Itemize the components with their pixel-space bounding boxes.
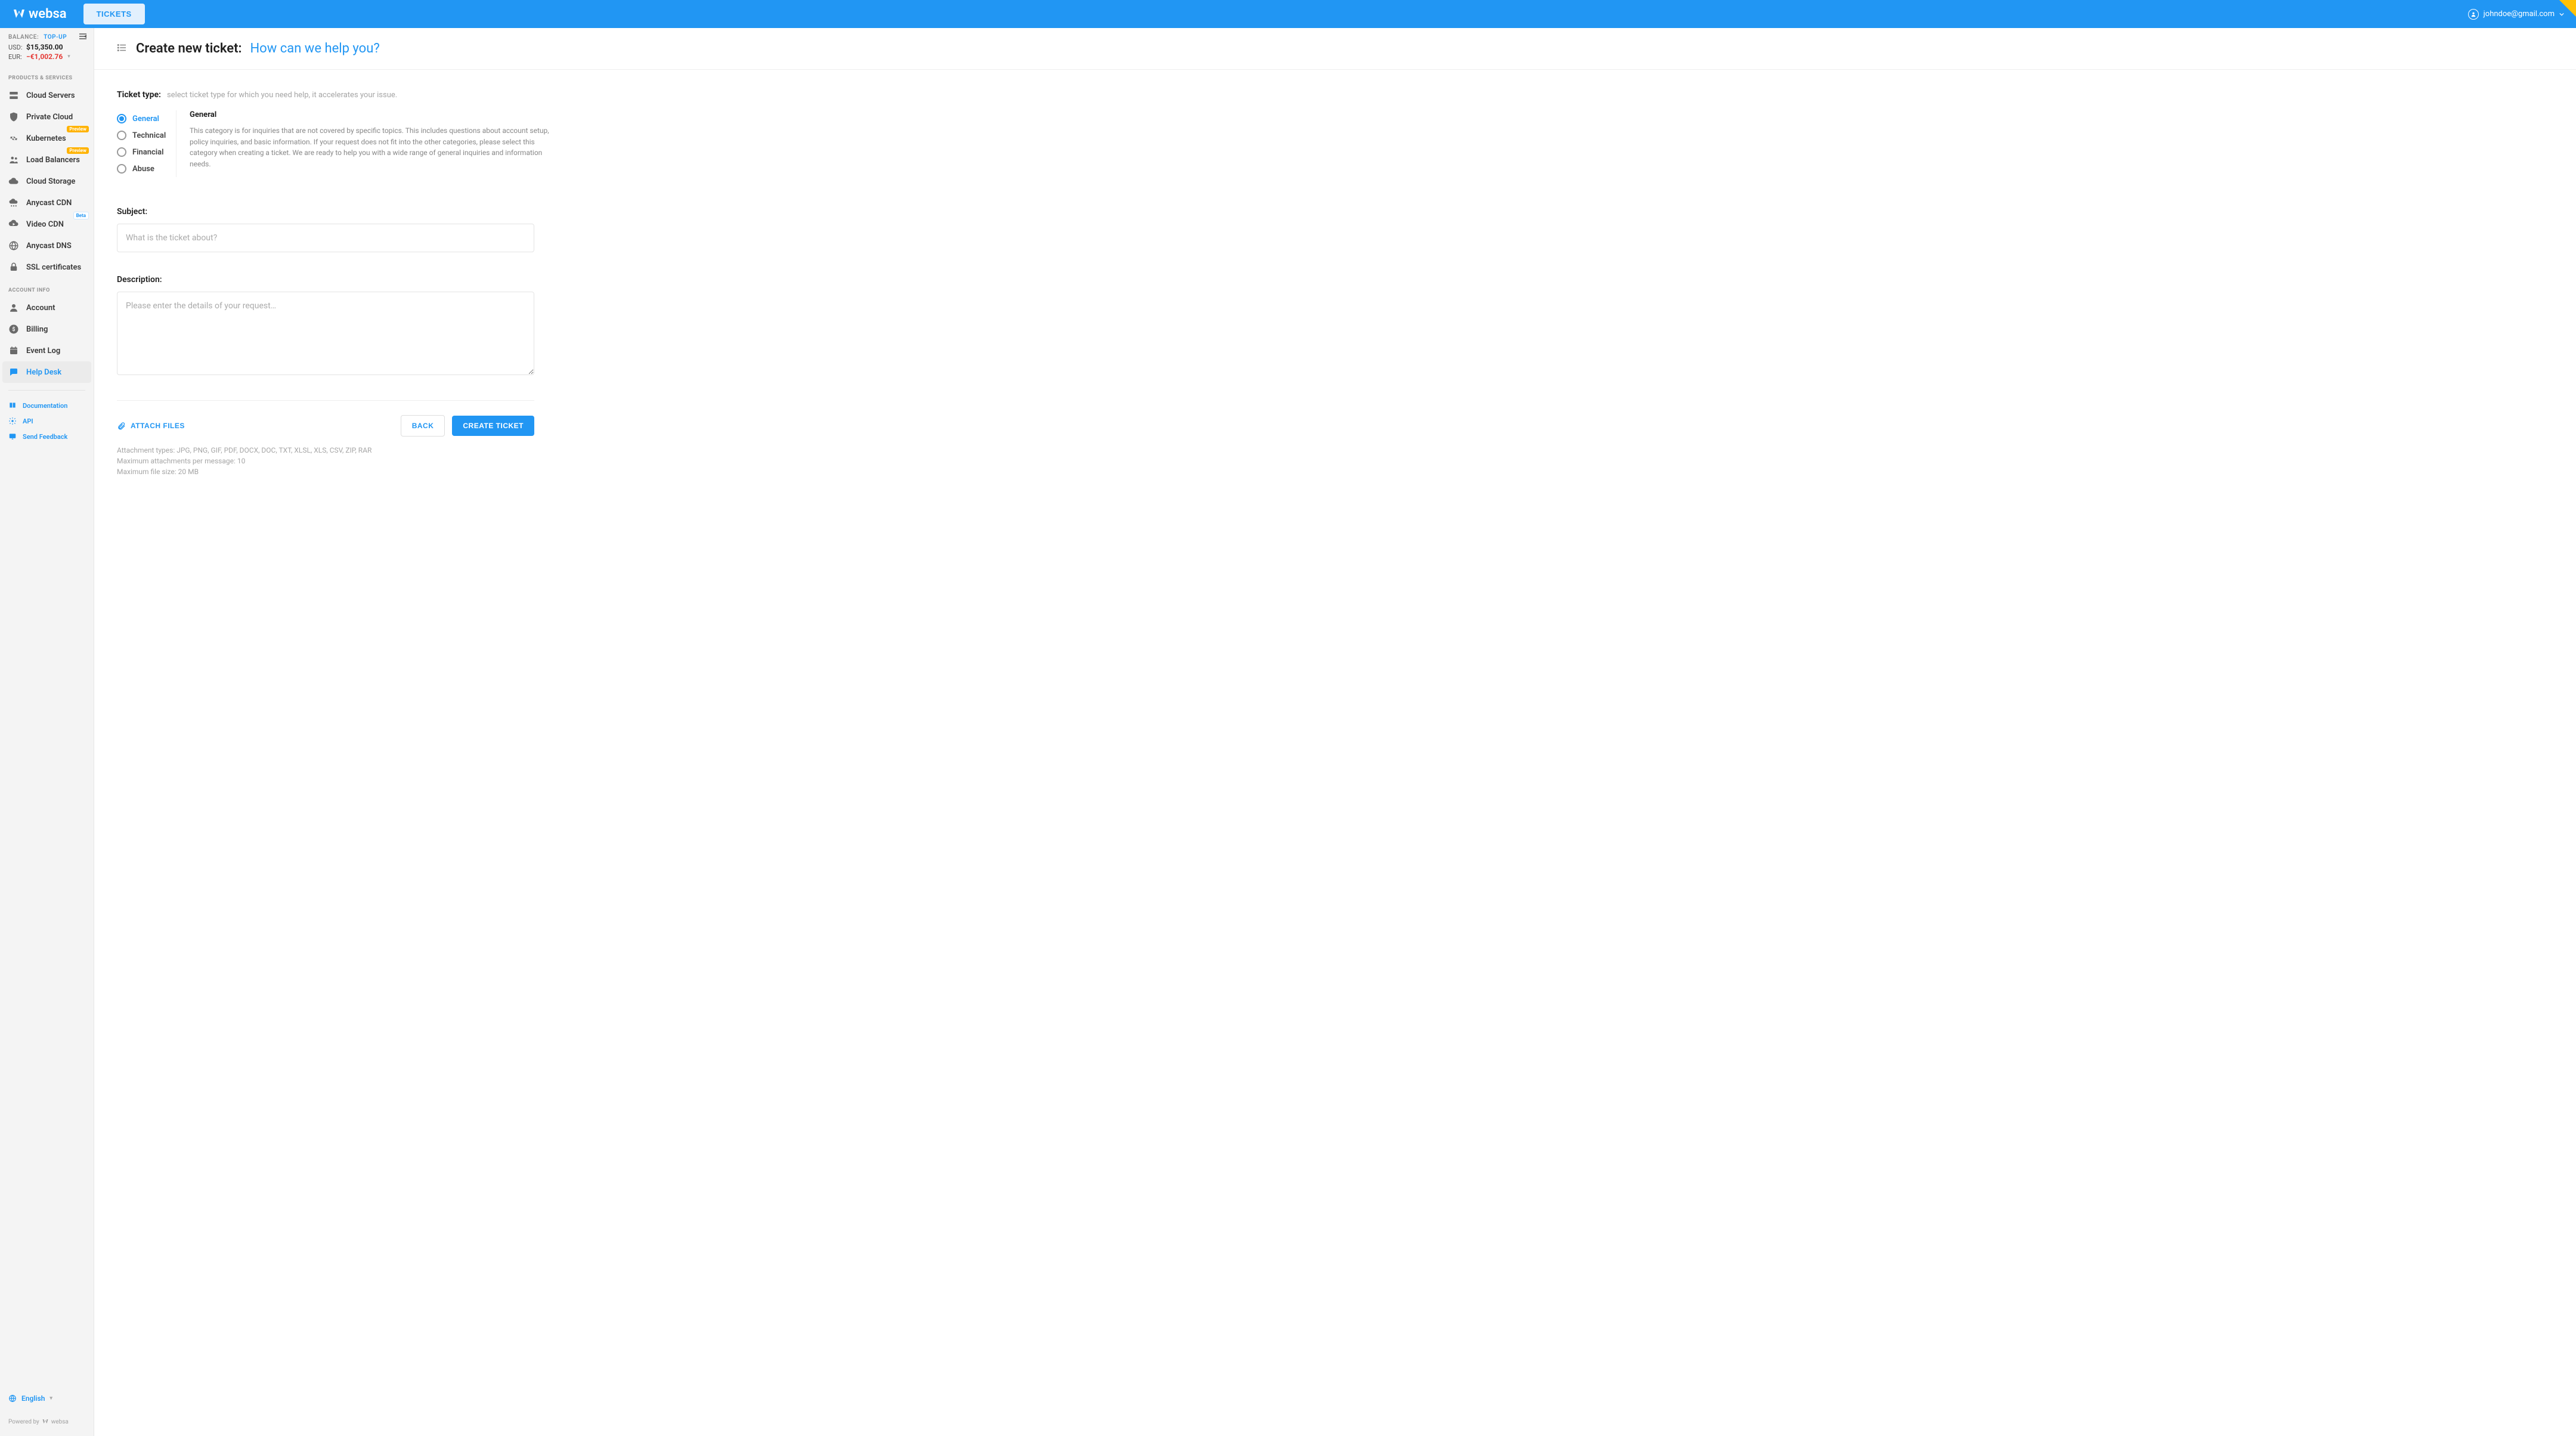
link-feedback[interactable]: Send Feedback xyxy=(0,429,94,444)
nav-video-cdn[interactable]: Video CDN Beta xyxy=(0,213,94,235)
radio-icon xyxy=(117,114,126,123)
nav-anycast-cdn[interactable]: Anycast CDN xyxy=(0,192,94,213)
radio-abuse[interactable]: Abuse xyxy=(117,160,176,177)
ticket-type-label: Ticket type: xyxy=(117,90,161,100)
corner-ribbon xyxy=(2559,0,2576,17)
cog-icon xyxy=(8,417,17,425)
page-subtitle: How can we help you? xyxy=(250,41,379,56)
nav-ssl[interactable]: SSL certificates xyxy=(0,256,94,278)
nav-anycast-dns[interactable]: Anycast DNS xyxy=(0,235,94,256)
brand-text: websa xyxy=(29,7,67,21)
back-button[interactable]: BACK xyxy=(401,415,445,437)
radio-icon xyxy=(117,131,126,140)
nav-load-balancers[interactable]: Load Balancers Preview xyxy=(0,149,94,171)
tab-tickets[interactable]: TICKETS xyxy=(83,4,145,24)
list-config-icon[interactable] xyxy=(117,42,128,55)
radio-general[interactable]: General xyxy=(117,110,176,127)
topup-link[interactable]: TOP-UP xyxy=(44,34,67,41)
page-header: Create new ticket: How can we help you? xyxy=(94,28,2576,70)
attach-files-button[interactable]: ATTACH FILES xyxy=(117,418,185,434)
subject-input[interactable] xyxy=(117,224,534,252)
logo[interactable]: websa xyxy=(12,7,67,21)
chevron-down-icon: ▾ xyxy=(67,54,70,60)
link-api[interactable]: API xyxy=(0,413,94,429)
balance-label: BALANCE: xyxy=(8,34,39,41)
preview-badge: Preview xyxy=(67,126,89,132)
ticket-type-hint: select ticket type for which you need he… xyxy=(167,91,397,100)
ticket-type-description: General This category is for inquiries t… xyxy=(177,110,644,169)
chat-icon xyxy=(8,367,19,377)
type-desc-title: General xyxy=(190,110,644,119)
shield-icon xyxy=(8,112,19,122)
subject-label: Subject: xyxy=(117,207,644,216)
sidebar-collapse-icon[interactable] xyxy=(78,33,88,42)
link-documentation[interactable]: Documentation xyxy=(0,398,94,413)
dollar-icon: $ xyxy=(8,324,19,335)
nav-help-desk[interactable]: Help Desk xyxy=(2,361,91,383)
users-icon xyxy=(8,154,19,165)
nav-event-log[interactable]: Event Log xyxy=(0,340,94,361)
nav-cloud-storage[interactable]: Cloud Storage xyxy=(0,171,94,192)
topbar: websa TICKETS johndoe@gmail.com xyxy=(0,0,2576,28)
description-label: Description: xyxy=(117,275,644,284)
calendar-icon xyxy=(8,345,19,356)
paperclip-icon xyxy=(117,422,126,431)
nav-kubernetes[interactable]: Kubernetes Preview xyxy=(0,128,94,149)
radio-icon xyxy=(117,147,126,157)
balance-usd: USD: $15,350.00 xyxy=(8,43,85,51)
powered-by: Powered by websa xyxy=(8,1418,85,1425)
main: Create new ticket: How can we help you? … xyxy=(94,28,2576,1436)
globe-icon xyxy=(8,1394,17,1403)
user-menu[interactable]: johndoe@gmail.com xyxy=(2468,9,2564,20)
server-icon xyxy=(8,90,19,101)
feedback-icon xyxy=(8,432,17,441)
svg-text:$: $ xyxy=(12,326,15,333)
ticket-type-radios: General Technical Financial Abuse xyxy=(117,110,177,177)
lock-icon xyxy=(8,262,19,273)
sidebar: BALANCE: TOP-UP USD: $15,350.00 EUR: −€1… xyxy=(0,28,94,1436)
globe-icon xyxy=(8,240,19,251)
cloud-network-icon xyxy=(8,197,19,208)
beta-badge: Beta xyxy=(73,212,89,219)
radio-financial[interactable]: Financial xyxy=(117,144,176,160)
radio-technical[interactable]: Technical xyxy=(117,127,176,144)
person-icon xyxy=(8,302,19,313)
balance-eur[interactable]: EUR: −€1,002.76 ▾ xyxy=(8,52,85,61)
account-heading: ACCOUNT INFO xyxy=(0,278,94,297)
logo-icon xyxy=(42,1418,49,1425)
description-input[interactable] xyxy=(117,292,534,375)
nav-billing[interactable]: $ Billing xyxy=(0,318,94,340)
language-selector[interactable]: English ▾ xyxy=(8,1394,85,1403)
create-ticket-button[interactable]: CREATE TICKET xyxy=(452,416,534,436)
cloud-play-icon xyxy=(8,219,19,230)
chevron-down-icon: ▾ xyxy=(49,1395,52,1401)
page-title: Create new ticket: xyxy=(136,41,242,56)
type-desc-body: This category is for inquiries that are … xyxy=(190,125,553,169)
book-icon xyxy=(8,401,17,410)
radio-icon xyxy=(117,164,126,174)
user-email: johndoe@gmail.com xyxy=(2484,10,2555,18)
logo-icon xyxy=(12,7,26,21)
cloud-icon xyxy=(8,176,19,187)
avatar-icon xyxy=(2468,9,2479,20)
gear-icon xyxy=(8,133,19,144)
attachment-info: Attachment types: JPG, PNG, GIF, PDF, DO… xyxy=(117,445,644,477)
nav-private-cloud[interactable]: Private Cloud xyxy=(0,106,94,128)
nav-account[interactable]: Account xyxy=(0,297,94,318)
products-heading: PRODUCTS & SERVICES xyxy=(0,66,94,85)
balance-block: BALANCE: TOP-UP USD: $15,350.00 EUR: −€1… xyxy=(0,28,94,66)
nav-cloud-servers[interactable]: Cloud Servers xyxy=(0,85,94,106)
preview-badge: Preview xyxy=(67,147,89,154)
